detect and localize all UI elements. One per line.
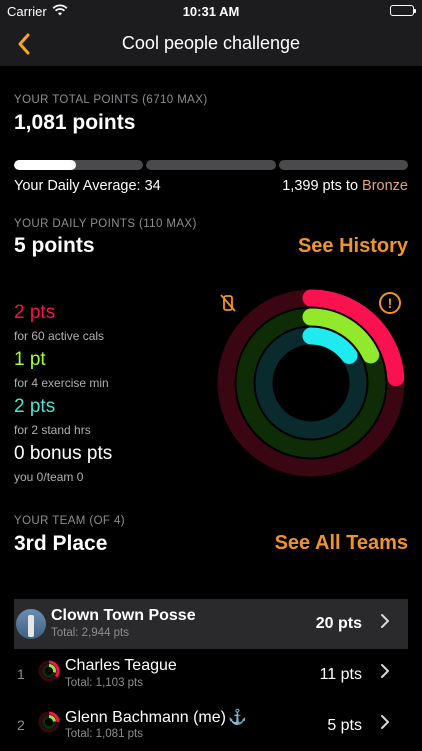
bonus-points-sub: you 0/team 0 (14, 470, 84, 484)
points-to-next: 1,399 pts to (282, 178, 363, 194)
navigation-bar: Cool people challenge (0, 22, 422, 66)
team-row[interactable]: Clown Town Posse Total: 2,944 pts 20 pts (14, 599, 408, 649)
next-tier-text: 1,399 pts to Bronze (282, 178, 408, 194)
member-total: Total: 1,081 pts (65, 728, 143, 740)
member-points: 5 pts (327, 717, 362, 734)
table-row[interactable]: 1 Charles Teague Total: 1,103 pts 11 pts (14, 649, 408, 700)
chevron-left-icon[interactable] (8, 28, 40, 60)
team-points: 20 pts (315, 615, 362, 632)
chevron-right-icon (380, 663, 390, 684)
move-points-sub: for 60 active cals (14, 329, 105, 343)
team-name: Clown Town Posse (51, 607, 196, 624)
see-history-button[interactable]: See History (298, 235, 408, 258)
progress-segment (146, 160, 276, 170)
member-name: Charles Teague (65, 657, 177, 674)
team-total: Total: 2,944 pts (51, 627, 129, 639)
stand-points: 2 pts (14, 396, 56, 417)
member-rank: 2 (17, 717, 25, 733)
page-title: Cool people challenge (121, 33, 301, 53)
total-points-value: 1,081 points (14, 111, 136, 134)
anchor-icon: ⚓ (227, 709, 247, 726)
next-tier-name: Bronze (362, 178, 408, 194)
team-place: 3rd Place (14, 532, 108, 555)
daily-points-label: YOUR DAILY POINTS (110 MAX) (14, 218, 197, 230)
see-all-teams-button[interactable]: See All Teams (275, 532, 408, 555)
total-points-progress (14, 160, 408, 170)
status-time: 10:31 AM (182, 4, 240, 19)
team-avatar (16, 609, 46, 639)
table-row[interactable]: 2 Glenn Bachmann (me) ⚓ Total: 1,081 pts … (14, 700, 408, 751)
member-total: Total: 1,103 pts (65, 677, 143, 689)
team-table: Clown Town Posse Total: 2,944 pts 20 pts… (14, 599, 408, 751)
progress-segment (278, 160, 408, 170)
daily-average: Your Daily Average: 34 (14, 178, 161, 194)
bonus-points: 0 bonus pts (14, 443, 113, 464)
daily-points-value: 5 points (14, 234, 95, 257)
exercise-points-sub: for 4 exercise min (14, 376, 109, 390)
move-points: 2 pts (14, 302, 56, 323)
status-bar: Carrier 10:31 AM (0, 0, 422, 22)
member-rank: 1 (17, 666, 25, 682)
chevron-right-icon (380, 714, 390, 735)
team-label: YOUR TEAM (OF 4) (14, 515, 125, 527)
battery-icon (390, 5, 416, 16)
member-name: Glenn Bachmann (me) ⚓ (65, 708, 247, 727)
activity-rings (217, 289, 405, 477)
exercise-points: 1 pt (14, 349, 46, 370)
progress-segment (14, 160, 144, 170)
total-points-label: YOUR TOTAL POINTS (6710 MAX) (14, 94, 208, 106)
member-name-text: Glenn Bachmann (me) (65, 709, 226, 726)
average-row: Your Daily Average: 34 1,399 pts to Bron… (14, 178, 408, 194)
activity-ring-icon (38, 660, 60, 682)
stand-points-sub: for 2 stand hrs (14, 423, 91, 437)
activity-ring-icon (38, 711, 60, 733)
chevron-right-icon (380, 613, 390, 634)
member-points: 11 pts (319, 666, 362, 683)
